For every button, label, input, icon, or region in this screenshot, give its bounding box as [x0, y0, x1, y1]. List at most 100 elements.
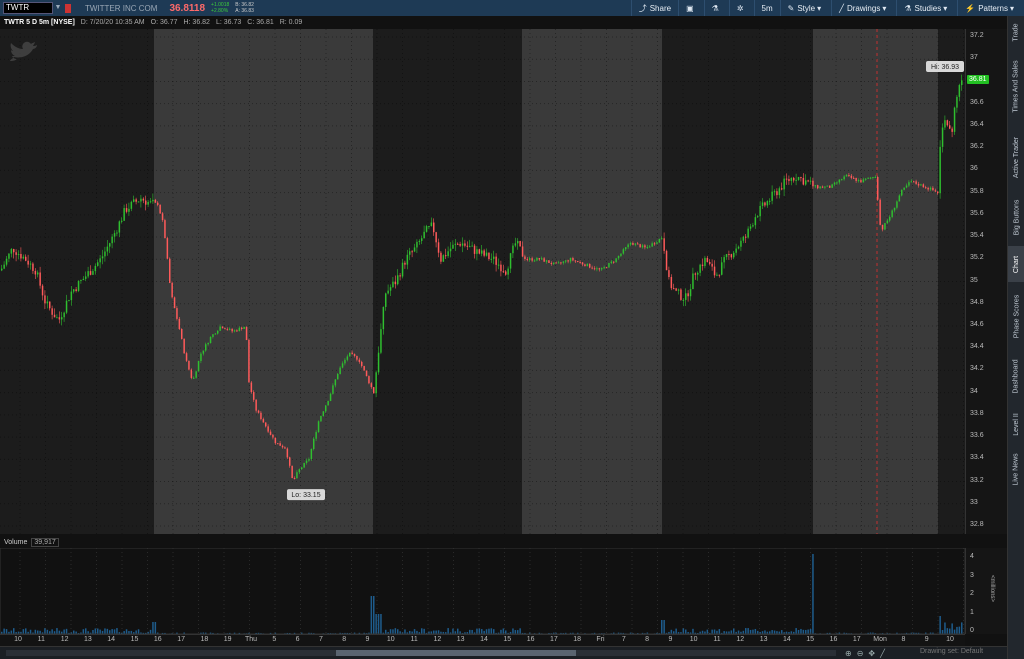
time-tick-label: 6: [295, 636, 300, 643]
price-axis[interactable]: 37.23736.836.636.436.23635.835.635.435.2…: [965, 29, 1007, 534]
candle-body: [147, 201, 149, 205]
candle-body: [853, 177, 855, 179]
candle-body: [389, 287, 392, 291]
candle-body: [51, 308, 53, 315]
candle-body: [773, 191, 776, 193]
time-tick-label: 14: [782, 636, 791, 643]
flag-icon[interactable]: [65, 3, 71, 13]
candle-body: [193, 377, 195, 379]
side-tab-times-and-sales[interactable]: Times And Sales: [1008, 50, 1024, 122]
candle-body: [550, 262, 553, 264]
candle-body: [639, 244, 641, 248]
candle-body: [569, 257, 572, 262]
candle-body: [262, 419, 265, 423]
time-tick-label: 14: [480, 636, 488, 643]
side-tab-label: Level II: [1013, 412, 1021, 436]
candle-body: [149, 201, 152, 203]
share-button[interactable]: ⤴ Share: [630, 0, 678, 16]
candle-body: [301, 467, 303, 470]
candle-body: [317, 421, 320, 433]
time-tick-label: 7: [318, 636, 323, 643]
time-axis[interactable]: 10 11 12 13 14 15 16 17 18 19 Thu 5 6 7 8 9 10 11 12 13 14 15…: [0, 634, 965, 646]
candle-body: [464, 243, 466, 246]
candle-body: [598, 268, 601, 270]
candle-body: [469, 246, 471, 248]
side-tab-dashboard[interactable]: Dashboard: [1008, 350, 1024, 402]
side-tab-phase-scores[interactable]: Phase Scores: [1008, 286, 1024, 346]
share-label: Share: [649, 3, 672, 13]
settings-button[interactable]: ✲: [728, 0, 754, 16]
zoom-out-icon[interactable]: ⊖: [857, 649, 864, 658]
candle-body: [493, 256, 495, 259]
volume-header: Volume 39,917: [0, 536, 965, 548]
side-tab-live-news[interactable]: Live News: [1008, 446, 1024, 492]
candle-body: [70, 291, 73, 301]
candle-body: [807, 180, 809, 182]
candle-body: [17, 253, 20, 255]
candle-body: [409, 251, 411, 255]
candle-body: [521, 246, 524, 257]
candle-body: [531, 258, 533, 261]
drawings-button[interactable]: ╱ Drawings ▾: [831, 0, 896, 16]
candle-body: [603, 267, 605, 269]
candle-body: [77, 281, 80, 291]
horizontal-scrollbar[interactable]: [6, 650, 836, 656]
price-chart[interactable]: Hi: 36.93 Lo: 33.15: [0, 29, 965, 534]
watchlist-button[interactable]: ▣: [678, 0, 704, 16]
scrollbar-thumb[interactable]: [336, 650, 576, 656]
side-tab-chart[interactable]: Chart: [1008, 246, 1024, 282]
symbol-input[interactable]: TWTR: [3, 2, 53, 14]
side-tab-level-ii[interactable]: Level II: [1008, 406, 1024, 442]
candle-body: [87, 271, 89, 277]
price-tick-label: 34.2: [970, 365, 984, 373]
drawing-set-label[interactable]: Drawing set: Default: [920, 648, 983, 655]
candle-body: [154, 199, 157, 203]
volume-chart[interactable]: [0, 548, 965, 634]
candle-body: [310, 448, 313, 460]
candle-body: [217, 330, 219, 334]
flask-button[interactable]: ⚗: [703, 0, 729, 16]
candle-body: [68, 300, 70, 302]
header-high: H: 36.82: [183, 19, 210, 26]
side-tab-label: Live News: [1013, 452, 1021, 486]
candle-body: [173, 297, 176, 309]
candle-body: [101, 256, 104, 259]
candle-body: [601, 268, 603, 270]
zoom-in-icon[interactable]: ⊕: [845, 649, 852, 658]
candle-body: [958, 85, 961, 97]
candle-body: [694, 273, 697, 275]
candle-body: [800, 177, 802, 179]
candle-body: [94, 265, 97, 272]
candle-body: [814, 185, 817, 187]
chart-title[interactable]: TWTR 5 D 5m [NYSE]: [4, 19, 75, 26]
candle-body: [785, 178, 788, 180]
interval-button[interactable]: 5m: [753, 0, 780, 16]
chart-header: TWTR 5 D 5m [NYSE] D: 7/20/20 10:35 AM O…: [0, 16, 982, 29]
chevron-down-icon[interactable]: ▼: [53, 2, 63, 14]
candle-body: [656, 242, 658, 244]
candle-body: [752, 225, 754, 227]
studies-button[interactable]: ⚗ Studies ▾: [896, 0, 957, 16]
side-tab-big-buttons[interactable]: Big Buttons: [1008, 192, 1024, 242]
candle-body: [917, 183, 920, 186]
crosshair-icon[interactable]: ✥: [868, 649, 875, 658]
side-tab-trade[interactable]: Trade: [1008, 18, 1024, 46]
candle-body: [574, 260, 577, 262]
candle-body: [932, 187, 934, 191]
candle-body: [533, 260, 536, 262]
candle-body: [447, 251, 449, 256]
side-tabs: Trade Times And Sales Active Trader Big But…: [1007, 16, 1024, 659]
candle-body: [286, 448, 289, 458]
style-button[interactable]: ✎ Style ▾: [779, 0, 832, 16]
pencil-icon[interactable]: ╱: [880, 649, 885, 658]
candle-body: [461, 243, 464, 246]
patterns-button[interactable]: ⚡ Patterns ▾: [957, 0, 1024, 16]
candle-body: [680, 289, 682, 300]
candle-body: [613, 261, 615, 263]
candle-body: [889, 216, 891, 221]
candle-body: [85, 276, 87, 279]
side-tab-active-trader[interactable]: Active Trader: [1008, 126, 1024, 188]
candle-body: [920, 184, 922, 186]
candle-body: [118, 221, 121, 233]
candle-body: [704, 257, 706, 266]
